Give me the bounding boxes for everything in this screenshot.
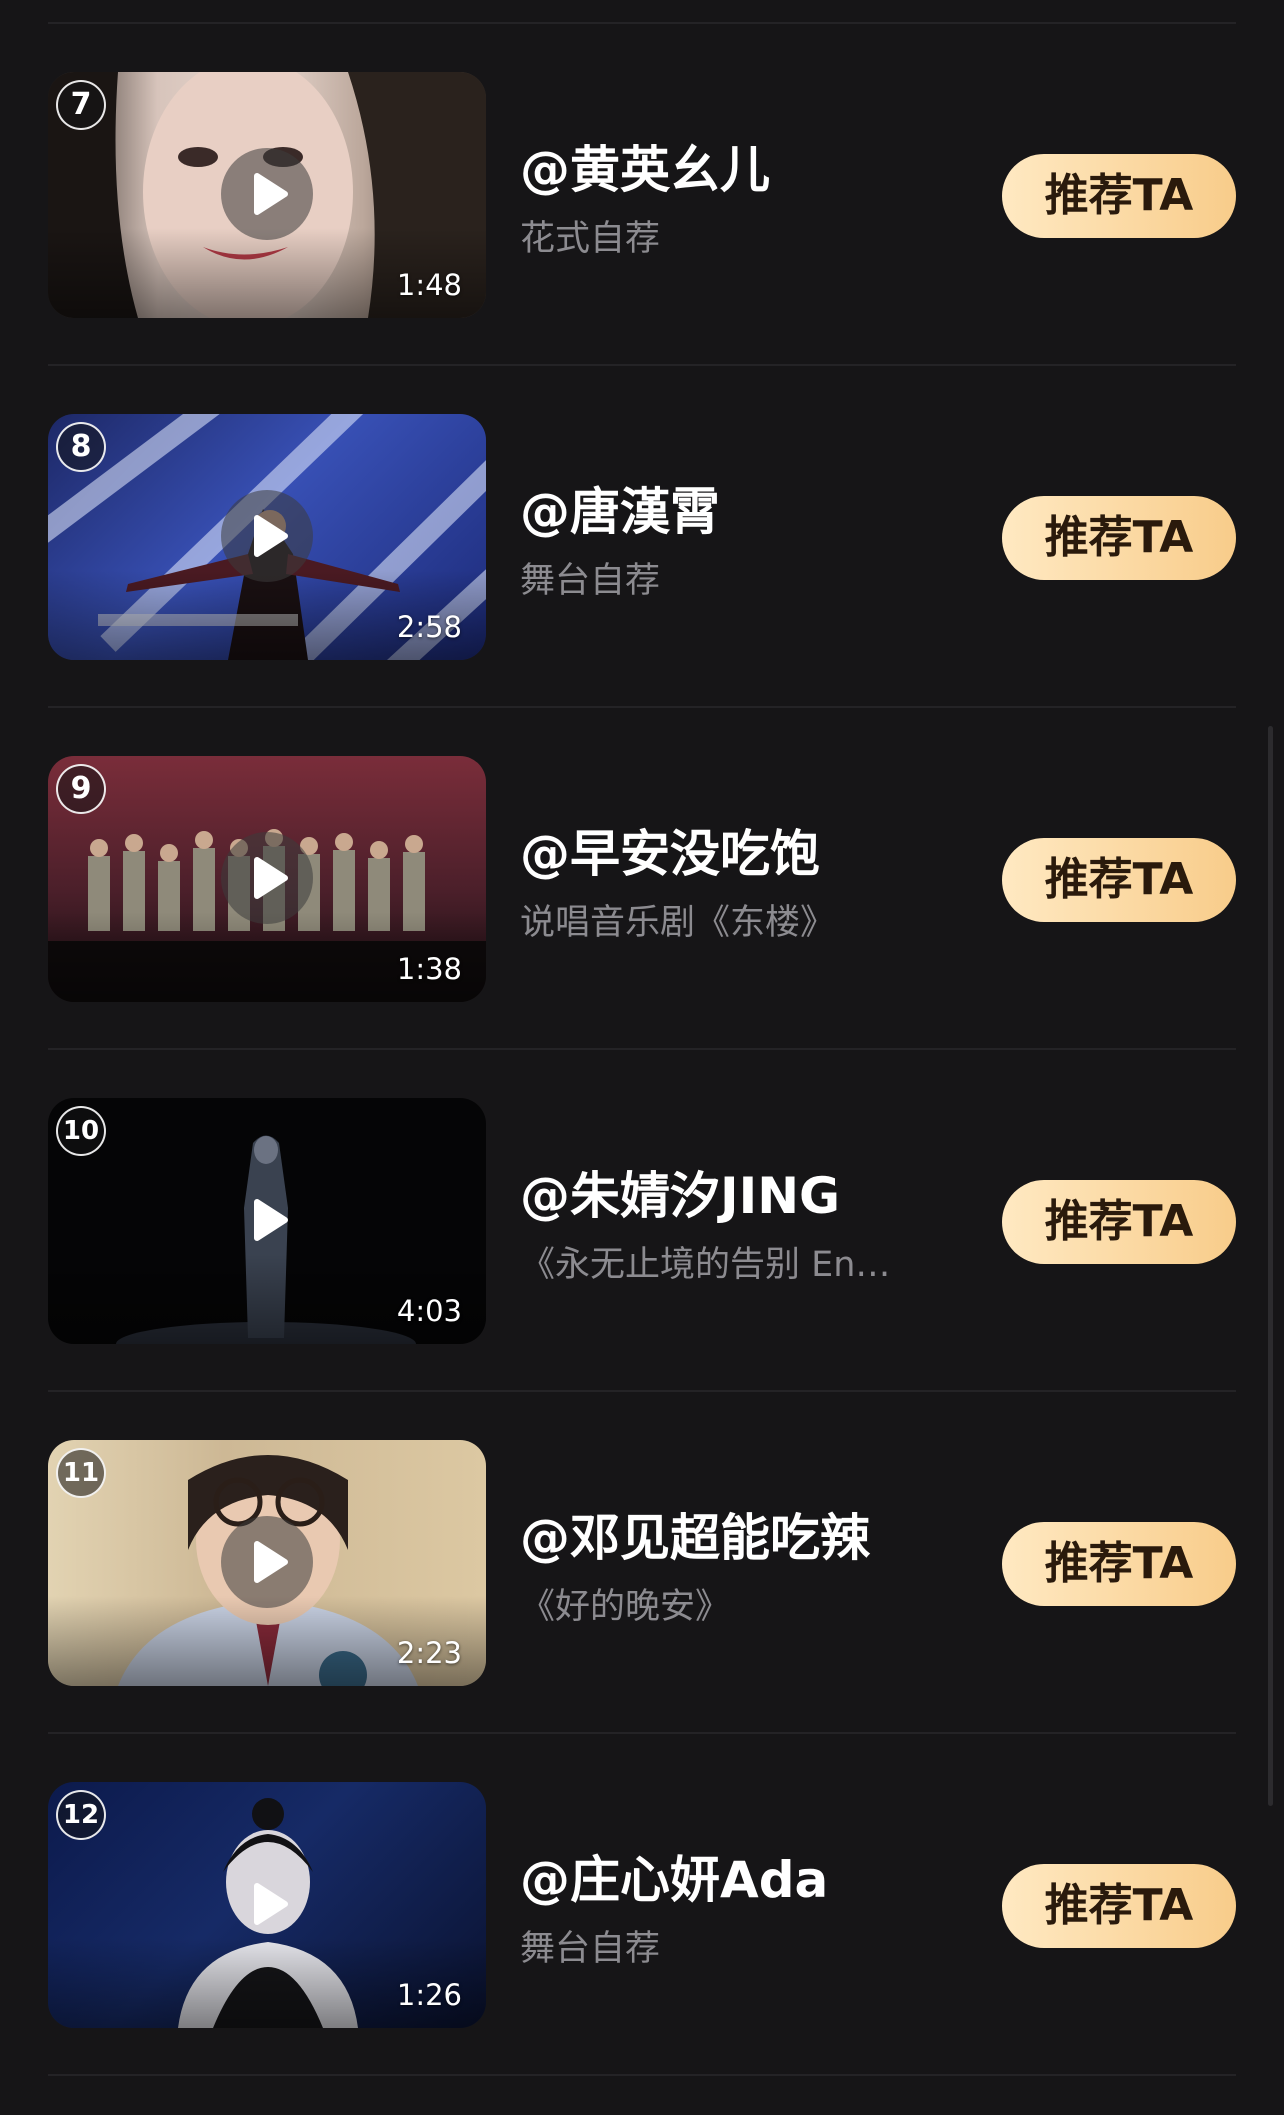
recommend-button[interactable]: 推荐TA [1002,1180,1236,1264]
list-item: 11 2:23 @邓见超能吃辣 《好的晚安》 推荐TA [0,1390,1284,1732]
scrollbar[interactable] [1268,726,1273,1806]
recommend-button[interactable]: 推荐TA [1002,1522,1236,1606]
creator-name[interactable]: @唐漢霄 [520,482,960,542]
recommend-button[interactable]: 推荐TA [1002,1864,1236,1948]
video-duration: 1:38 [396,952,462,986]
list-item: 9 1:38 @早安没吃饱 说唱音乐剧《东楼》 推荐TA [0,706,1284,1048]
rank-badge: 12 [56,1790,106,1840]
play-icon[interactable] [221,1174,313,1266]
play-icon[interactable] [221,832,313,924]
rank-badge: 8 [56,422,106,472]
list-item: 8 2:58 @唐漢霄 舞台自荐 推荐TA [0,364,1284,706]
creator-name[interactable]: @黄英幺儿 [520,140,960,200]
divider [48,2074,1236,2076]
creator-name[interactable]: @邓见超能吃辣 [520,1508,960,1568]
play-icon[interactable] [221,1858,313,1950]
rank-badge: 9 [56,764,106,814]
creator-ranking-list: 7 1:48 @黄英幺儿 花式自荐 推荐TA 8 2:58 @唐漢霄 舞台自荐 … [0,0,1284,2115]
list-item: 10 4:03 @朱婧汐JING 《永无止境的告别 En… 推荐TA [0,1048,1284,1390]
recommend-button[interactable]: 推荐TA [1002,154,1236,238]
video-duration: 1:26 [396,1978,462,2012]
list-item: 7 1:48 @黄英幺儿 花式自荐 推荐TA [0,22,1284,364]
video-duration: 1:48 [396,268,462,302]
video-thumbnail[interactable]: 8 2:58 [48,414,486,660]
play-icon[interactable] [221,148,313,240]
recommend-button[interactable]: 推荐TA [1002,838,1236,922]
video-duration: 2:23 [396,1636,462,1670]
rank-badge: 10 [56,1106,106,1156]
creator-name[interactable]: @早安没吃饱 [520,824,960,884]
entry-description: 《永无止境的告别 En… [520,1245,891,1285]
video-thumbnail[interactable]: 12 1:26 [48,1782,486,2028]
video-thumbnail[interactable]: 9 1:38 [48,756,486,1002]
video-thumbnail[interactable]: 11 2:23 [48,1440,486,1686]
recommend-button[interactable]: 推荐TA [1002,496,1236,580]
creator-name[interactable]: @朱婧汐JING [520,1166,960,1226]
play-icon[interactable] [221,1516,313,1608]
entry-description: 《好的晚安》 [520,1587,731,1627]
play-icon[interactable] [221,490,313,582]
rank-badge: 7 [56,80,106,130]
video-thumbnail[interactable]: 7 1:48 [48,72,486,318]
entry-description: 舞台自荐 [520,561,661,601]
video-duration: 4:03 [396,1294,462,1328]
entry-description: 舞台自荐 [520,1929,661,1969]
list-item: 12 1:26 @庄心妍Ada 舞台自荐 推荐TA [0,1732,1284,2074]
entry-description: 说唱音乐剧《东楼》 [520,903,836,943]
entry-description: 花式自荐 [520,219,661,259]
video-thumbnail[interactable]: 10 4:03 [48,1098,486,1344]
rank-badge: 11 [56,1448,106,1498]
creator-name[interactable]: @庄心妍Ada [520,1850,960,1910]
video-duration: 2:58 [396,610,462,644]
